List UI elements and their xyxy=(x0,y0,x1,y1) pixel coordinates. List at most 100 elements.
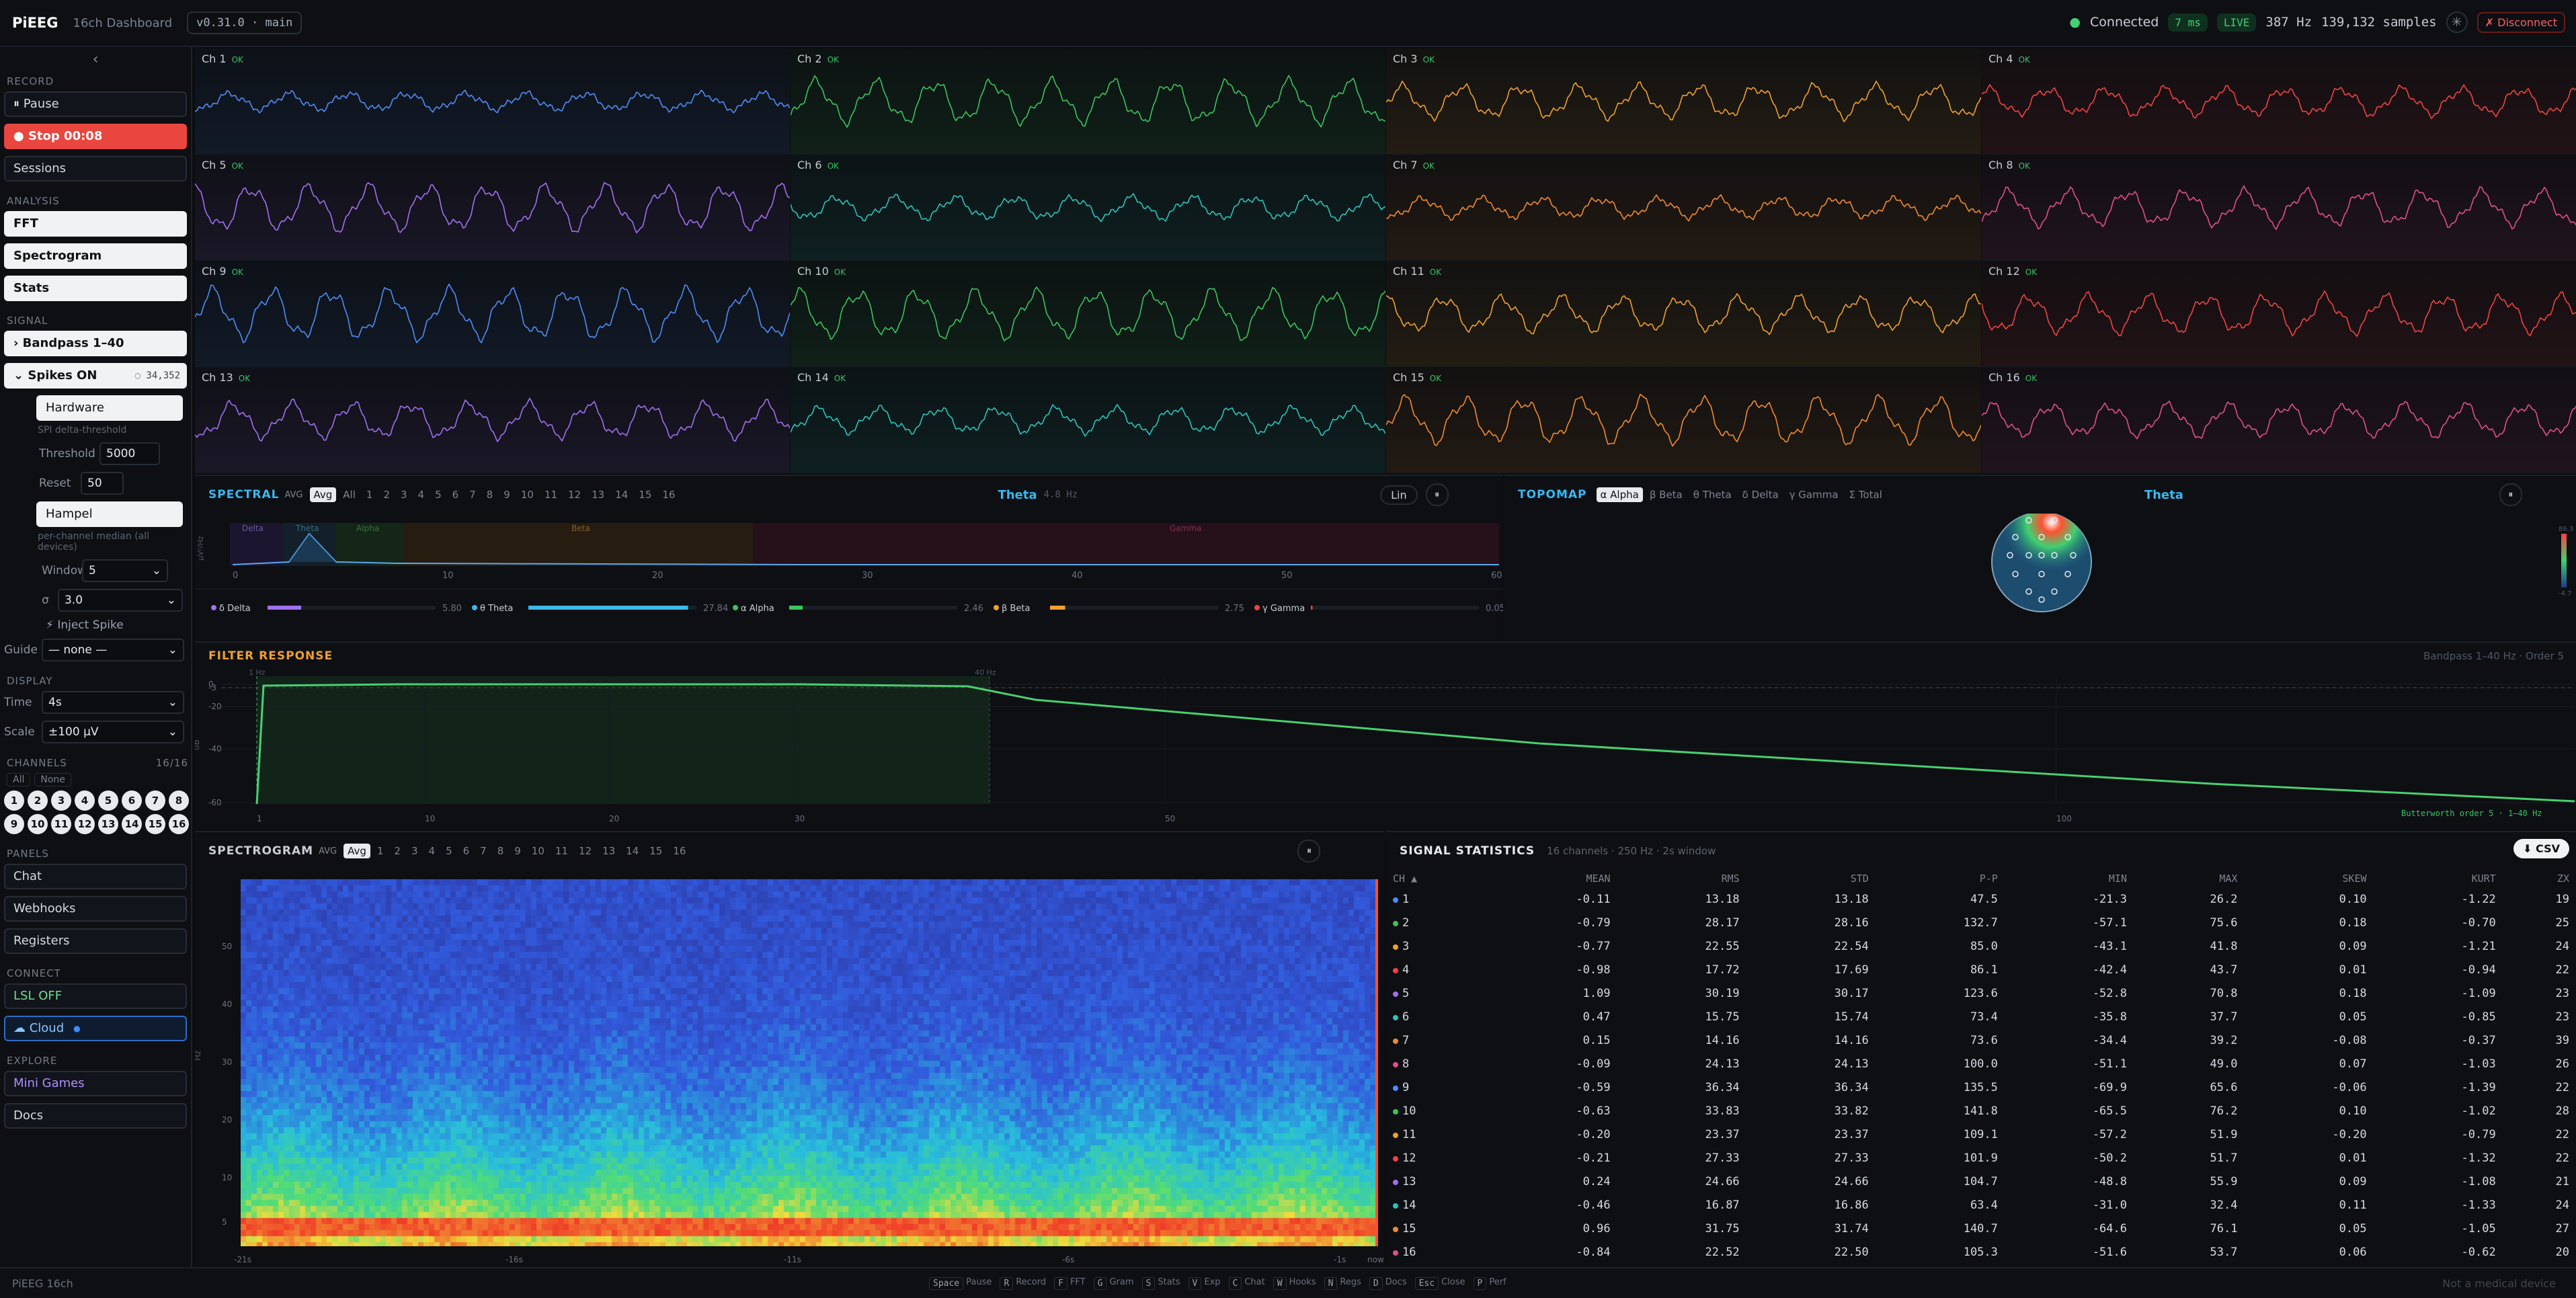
spectrogram-button[interactable]: Spectrogram xyxy=(4,243,187,269)
hardware-button[interactable]: Hardware xyxy=(36,395,183,421)
stats-col-ch[interactable]: CH ▲ xyxy=(1386,870,1488,887)
time-select[interactable]: 4s ⌄ xyxy=(42,691,184,714)
channel-toggle-7[interactable]: 7 xyxy=(145,790,165,811)
channel-toggle-9[interactable]: 9 xyxy=(4,814,24,834)
channel-toggle-10[interactable]: 10 xyxy=(28,814,48,834)
fft-button[interactable]: FFT xyxy=(4,211,187,237)
spectrogram-tab-6[interactable]: 6 xyxy=(459,844,474,858)
spectrogram-tab-3[interactable]: 3 xyxy=(407,844,422,858)
scale-select[interactable]: ±100 µV ⌄ xyxy=(42,721,184,743)
spectral-tab-9[interactable]: 9 xyxy=(499,487,514,502)
spectral-tab-3[interactable]: 3 xyxy=(397,487,411,502)
spectrogram-tab-7[interactable]: 7 xyxy=(476,844,491,858)
spectral-tab-4[interactable]: 4 xyxy=(414,487,429,502)
disconnect-button[interactable]: ✗ Disconnect xyxy=(2477,11,2565,33)
channel-toggle-16[interactable]: 16 xyxy=(169,814,189,834)
band-value: 27.84 xyxy=(703,604,728,614)
export-csv-button[interactable]: ⬇ CSV xyxy=(2513,839,2569,858)
select-no-channels[interactable]: None xyxy=(34,773,71,786)
channel-toggle-1[interactable]: 1 xyxy=(4,790,24,811)
spectral-tab-11[interactable]: 11 xyxy=(540,487,561,502)
channel-toggle-6[interactable]: 6 xyxy=(122,790,142,811)
spectrogram-tab-4[interactable]: 4 xyxy=(425,844,440,858)
spectrogram-tab-16[interactable]: 16 xyxy=(669,844,690,858)
spectrogram-tab-avg[interactable]: Avg xyxy=(344,844,370,858)
spectrogram-tab-11[interactable]: 11 xyxy=(551,844,572,858)
spectral-pause-button[interactable]: ⏸ xyxy=(1425,483,1449,506)
spectral-tab-avg[interactable]: Avg xyxy=(309,487,337,502)
hampel-button[interactable]: Hampel xyxy=(36,501,183,527)
window-select[interactable]: 5 ⌄ xyxy=(82,559,168,582)
spectral-tab-14[interactable]: 14 xyxy=(611,487,632,502)
stats-cell: 75.6 xyxy=(2134,911,2244,934)
cloud-button[interactable]: ☁ Cloud ● xyxy=(4,1016,187,1041)
topomap-pause-button[interactable]: ⏸ xyxy=(2499,483,2522,506)
topomap-tab-total[interactable]: Σ Total xyxy=(1845,487,1886,502)
threshold-input[interactable]: 5000 xyxy=(99,442,160,465)
channel-toggle-14[interactable]: 14 xyxy=(122,814,142,834)
topomap-tab-gamma[interactable]: γ Gamma xyxy=(1785,487,1843,502)
channel-toggle-3[interactable]: 3 xyxy=(51,790,71,811)
stats-cell: 100.0 xyxy=(1876,1052,2005,1076)
channel-toggle-8[interactable]: 8 xyxy=(169,790,189,811)
docs-button[interactable]: Docs xyxy=(4,1103,187,1129)
stats-cell: -1.21 xyxy=(2374,934,2503,958)
spectral-tab-6[interactable]: 6 xyxy=(448,487,463,502)
spectral-tab-12[interactable]: 12 xyxy=(564,487,585,502)
spectral-tab-5[interactable]: 5 xyxy=(431,487,446,502)
reset-input[interactable]: 50 xyxy=(81,472,124,495)
spectral-tab-15[interactable]: 15 xyxy=(635,487,655,502)
spectral-tab-7[interactable]: 7 xyxy=(465,487,480,502)
channel-toggle-13[interactable]: 13 xyxy=(98,814,118,834)
spectral-tab-2[interactable]: 2 xyxy=(379,487,394,502)
spectrogram-tab-12[interactable]: 12 xyxy=(575,844,596,858)
pause-button[interactable]: ⏸ Pause xyxy=(4,91,187,117)
spectrogram-tab-2[interactable]: 2 xyxy=(390,844,405,858)
inject-spike-button[interactable]: ⚡ Inject Spike xyxy=(46,618,187,632)
spectral-tab-1[interactable]: 1 xyxy=(362,487,377,502)
topomap-tab-theta[interactable]: θ Theta xyxy=(1689,487,1736,502)
webhooks-button[interactable]: Webhooks xyxy=(4,896,187,922)
shortcut-key: G xyxy=(1093,1276,1107,1290)
channel-toggle-5[interactable]: 5 xyxy=(98,790,118,811)
spikes-toggle[interactable]: ⌄ Spikes ON ◌ 34,352 xyxy=(4,363,187,389)
channel-toggle-12[interactable]: 12 xyxy=(75,814,95,834)
channel-toggle-15[interactable]: 15 xyxy=(145,814,165,834)
spectrogram-tab-15[interactable]: 15 xyxy=(645,844,666,858)
registers-button[interactable]: Registers xyxy=(4,928,187,954)
spectrogram-tab-13[interactable]: 13 xyxy=(598,844,619,858)
spectrogram-tab-5[interactable]: 5 xyxy=(442,844,456,858)
bandpass-toggle[interactable]: › Bandpass 1–40 xyxy=(4,331,187,356)
chat-button[interactable]: Chat xyxy=(4,864,187,889)
settings-icon[interactable]: ✳ xyxy=(2446,11,2468,33)
spectrogram-tab-14[interactable]: 14 xyxy=(622,844,643,858)
spectral-tab-8[interactable]: 8 xyxy=(483,487,497,502)
lin-log-toggle[interactable]: Lin xyxy=(1380,485,1418,505)
stats-value: -0.85 xyxy=(2461,1010,2496,1024)
sessions-button[interactable]: Sessions xyxy=(4,156,187,181)
spectrogram-tab-1[interactable]: 1 xyxy=(373,844,388,858)
sigma-select[interactable]: 3.0 ⌄ xyxy=(58,589,183,612)
spectral-tab-16[interactable]: 16 xyxy=(658,487,679,502)
spectrogram-tab-9[interactable]: 9 xyxy=(510,844,525,858)
topomap-tab-delta[interactable]: δ Delta xyxy=(1738,487,1783,502)
spectral-tab-10[interactable]: 10 xyxy=(517,487,538,502)
spectral-tab-all[interactable]: All xyxy=(339,487,360,502)
lsl-toggle[interactable]: LSL OFF xyxy=(4,983,187,1009)
collapse-sidebar-icon[interactable]: ‹ xyxy=(4,51,187,68)
stats-button[interactable]: Stats xyxy=(4,276,187,301)
stop-record-button[interactable]: ● Stop 00:08 xyxy=(4,124,187,149)
spectrogram-tab-8[interactable]: 8 xyxy=(493,844,508,858)
spectral-tab-13[interactable]: 13 xyxy=(588,487,608,502)
channel-toggle-11[interactable]: 11 xyxy=(51,814,71,834)
mini-games-button[interactable]: Mini Games xyxy=(4,1071,187,1096)
channel-toggle-2[interactable]: 2 xyxy=(28,790,48,811)
spectral-x-tick: 60 Hz xyxy=(1491,571,1503,581)
spectrogram-pause-button[interactable]: ⏸ xyxy=(1297,840,1321,862)
select-all-channels[interactable]: All xyxy=(7,773,31,786)
channel-toggle-4[interactable]: 4 xyxy=(75,790,95,811)
topomap-tab-alpha[interactable]: α Alpha xyxy=(1596,487,1643,502)
guide-select[interactable]: — none — ⌄ xyxy=(42,639,184,661)
topomap-tab-beta[interactable]: β Beta xyxy=(1646,487,1687,502)
spectrogram-tab-10[interactable]: 10 xyxy=(528,844,549,858)
